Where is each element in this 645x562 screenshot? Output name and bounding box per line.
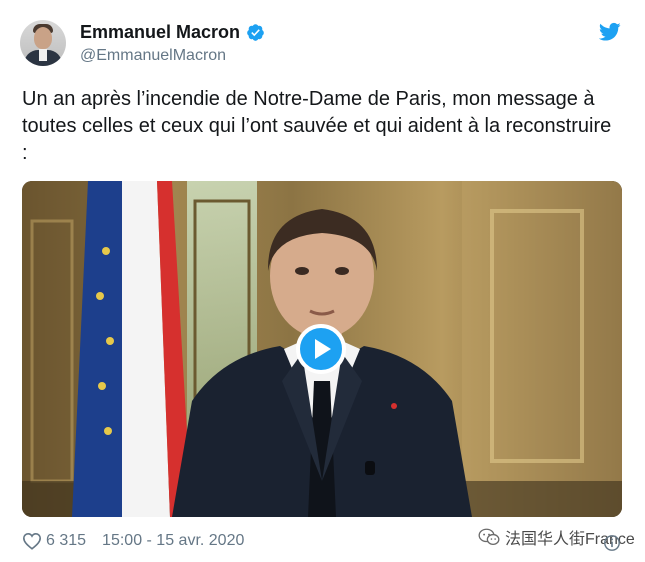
play-icon <box>315 339 331 359</box>
play-button[interactable] <box>296 324 346 374</box>
twitter-bird-icon[interactable] <box>599 22 621 42</box>
video-player[interactable] <box>22 181 622 517</box>
avatar[interactable] <box>20 20 66 66</box>
verified-badge-icon <box>247 24 264 41</box>
author-handle[interactable]: @EmmanuelMacron <box>80 47 226 65</box>
heart-icon[interactable] <box>22 532 42 550</box>
tweet-card: Emmanuel Macron @EmmanuelMacron Un an ap… <box>0 0 645 562</box>
wechat-icon <box>478 528 500 546</box>
info-icon[interactable] <box>603 534 621 552</box>
tweet-footer: 6 315 15:00 - 15 avr. 2020 <box>22 532 244 550</box>
tweet-timestamp[interactable]: 15:00 - 15 avr. 2020 <box>102 532 244 550</box>
author-display-name[interactable]: Emmanuel Macron <box>80 22 240 43</box>
like-count[interactable]: 6 315 <box>46 532 86 550</box>
author-name-row: Emmanuel Macron <box>80 22 265 43</box>
tweet-text: Un an après l’incendie de Notre-Dame de … <box>22 88 617 164</box>
